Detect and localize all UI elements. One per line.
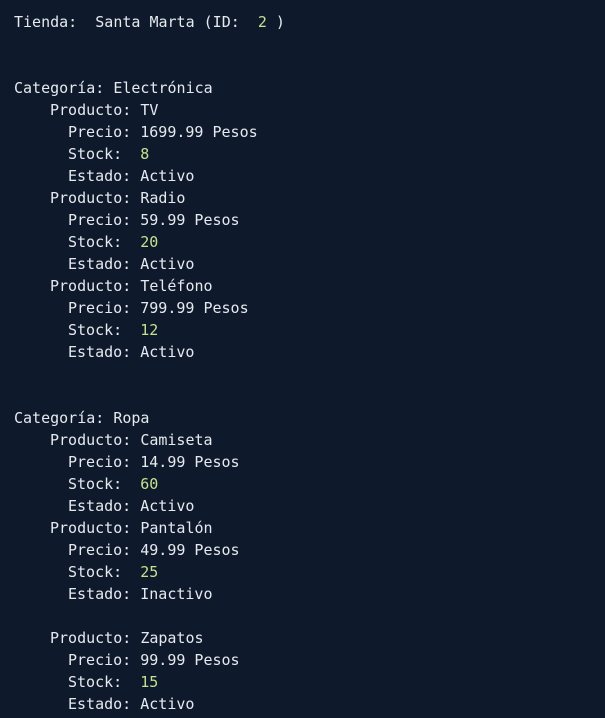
stock-line: Stock: 12 bbox=[14, 319, 605, 341]
status-label: Estado: bbox=[68, 695, 132, 713]
product-label: Producto: bbox=[50, 101, 132, 119]
product-label: Producto: bbox=[50, 519, 132, 537]
stock-line: Stock: 20 bbox=[14, 231, 605, 253]
stock-label: Stock: bbox=[68, 673, 123, 691]
stock-value: 15 bbox=[140, 673, 159, 691]
product-name: Radio bbox=[140, 189, 186, 207]
product-line: Producto: Radio bbox=[14, 187, 605, 209]
price-value: 59.99 Pesos bbox=[140, 211, 240, 229]
product-line: Producto: Teléfono bbox=[14, 275, 605, 297]
stock-label: Stock: bbox=[68, 145, 123, 163]
store-id: 2 bbox=[257, 13, 267, 31]
price-value: 49.99 Pesos bbox=[140, 541, 240, 559]
status-line: Estado: Activo bbox=[14, 341, 605, 363]
stock-value: 20 bbox=[140, 233, 159, 251]
price-label: Precio: bbox=[68, 299, 132, 317]
status-value: Activo bbox=[140, 255, 195, 273]
price-value: 14.99 Pesos bbox=[140, 453, 240, 471]
status-value: Activo bbox=[140, 167, 195, 185]
price-label: Precio: bbox=[68, 651, 132, 669]
price-value: 99.99 Pesos bbox=[140, 651, 240, 669]
price-value: 799.99 Pesos bbox=[140, 299, 249, 317]
status-label: Estado: bbox=[68, 585, 132, 603]
category-label: Categoría: bbox=[14, 79, 105, 97]
price-line: Precio: 799.99 Pesos bbox=[14, 297, 605, 319]
status-label: Estado: bbox=[68, 167, 132, 185]
price-label: Precio: bbox=[68, 211, 132, 229]
status-line: Estado: Activo bbox=[14, 693, 605, 715]
status-value: Activo bbox=[140, 497, 195, 515]
price-value: 1699.99 Pesos bbox=[140, 123, 258, 141]
product-label: Producto: bbox=[50, 189, 132, 207]
category-name: Ropa bbox=[113, 409, 150, 427]
price-label: Precio: bbox=[68, 541, 132, 559]
status-label: Estado: bbox=[68, 343, 132, 361]
product-name: Zapatos bbox=[140, 629, 204, 647]
price-label: Precio: bbox=[68, 453, 132, 471]
product-line: Producto: Zapatos bbox=[14, 627, 605, 649]
product-name: TV bbox=[140, 101, 159, 119]
status-line: Estado: Inactivo bbox=[14, 583, 605, 605]
terminal-output: Tienda: Santa Marta (ID: 2 ) Categoría: … bbox=[0, 0, 605, 718]
stock-label: Stock: bbox=[68, 233, 123, 251]
price-line: Precio: 14.99 Pesos bbox=[14, 451, 605, 473]
status-line: Estado: Activo bbox=[14, 253, 605, 275]
stock-value: 60 bbox=[140, 475, 159, 493]
price-line: Precio: 1699.99 Pesos bbox=[14, 121, 605, 143]
status-line: Estado: Activo bbox=[14, 165, 605, 187]
status-value: Activo bbox=[140, 343, 195, 361]
stock-line: Stock: 25 bbox=[14, 561, 605, 583]
price-line: Precio: 49.99 Pesos bbox=[14, 539, 605, 561]
product-label: Producto: bbox=[50, 431, 132, 449]
store-label: Tienda: bbox=[14, 13, 78, 31]
store-header: Tienda: Santa Marta (ID: 2 ) bbox=[14, 11, 605, 33]
category-name: Electrónica bbox=[113, 79, 213, 97]
store-id-open: (ID: bbox=[203, 13, 240, 31]
product-name: Teléfono bbox=[140, 277, 213, 295]
category-line: Categoría: Ropa bbox=[14, 407, 605, 429]
price-line: Precio: 59.99 Pesos bbox=[14, 209, 605, 231]
product-line: Producto: Pantalón bbox=[14, 517, 605, 539]
category-label: Categoría: bbox=[14, 409, 105, 427]
stock-label: Stock: bbox=[68, 475, 123, 493]
product-line: Producto: TV bbox=[14, 99, 605, 121]
product-line: Producto: Camiseta bbox=[14, 429, 605, 451]
stock-line: Stock: 60 bbox=[14, 473, 605, 495]
stock-value: 25 bbox=[140, 563, 159, 581]
product-name: Pantalón bbox=[140, 519, 213, 537]
price-label: Precio: bbox=[68, 123, 132, 141]
stock-line: Stock: 8 bbox=[14, 143, 605, 165]
stock-line: Stock: 15 bbox=[14, 671, 605, 693]
status-line: Estado: Activo bbox=[14, 495, 605, 517]
stock-label: Stock: bbox=[68, 563, 123, 581]
product-label: Producto: bbox=[50, 277, 132, 295]
status-label: Estado: bbox=[68, 497, 132, 515]
stock-value: 8 bbox=[140, 145, 150, 163]
stock-label: Stock: bbox=[68, 321, 123, 339]
product-name: Camiseta bbox=[140, 431, 213, 449]
status-value: Inactivo bbox=[140, 585, 213, 603]
store-id-close: ) bbox=[275, 13, 285, 31]
product-label: Producto: bbox=[50, 629, 132, 647]
status-label: Estado: bbox=[68, 255, 132, 273]
store-name: Santa Marta bbox=[95, 13, 195, 31]
category-line: Categoría: Electrónica bbox=[14, 77, 605, 99]
price-line: Precio: 99.99 Pesos bbox=[14, 649, 605, 671]
status-value: Activo bbox=[140, 695, 195, 713]
stock-value: 12 bbox=[140, 321, 159, 339]
